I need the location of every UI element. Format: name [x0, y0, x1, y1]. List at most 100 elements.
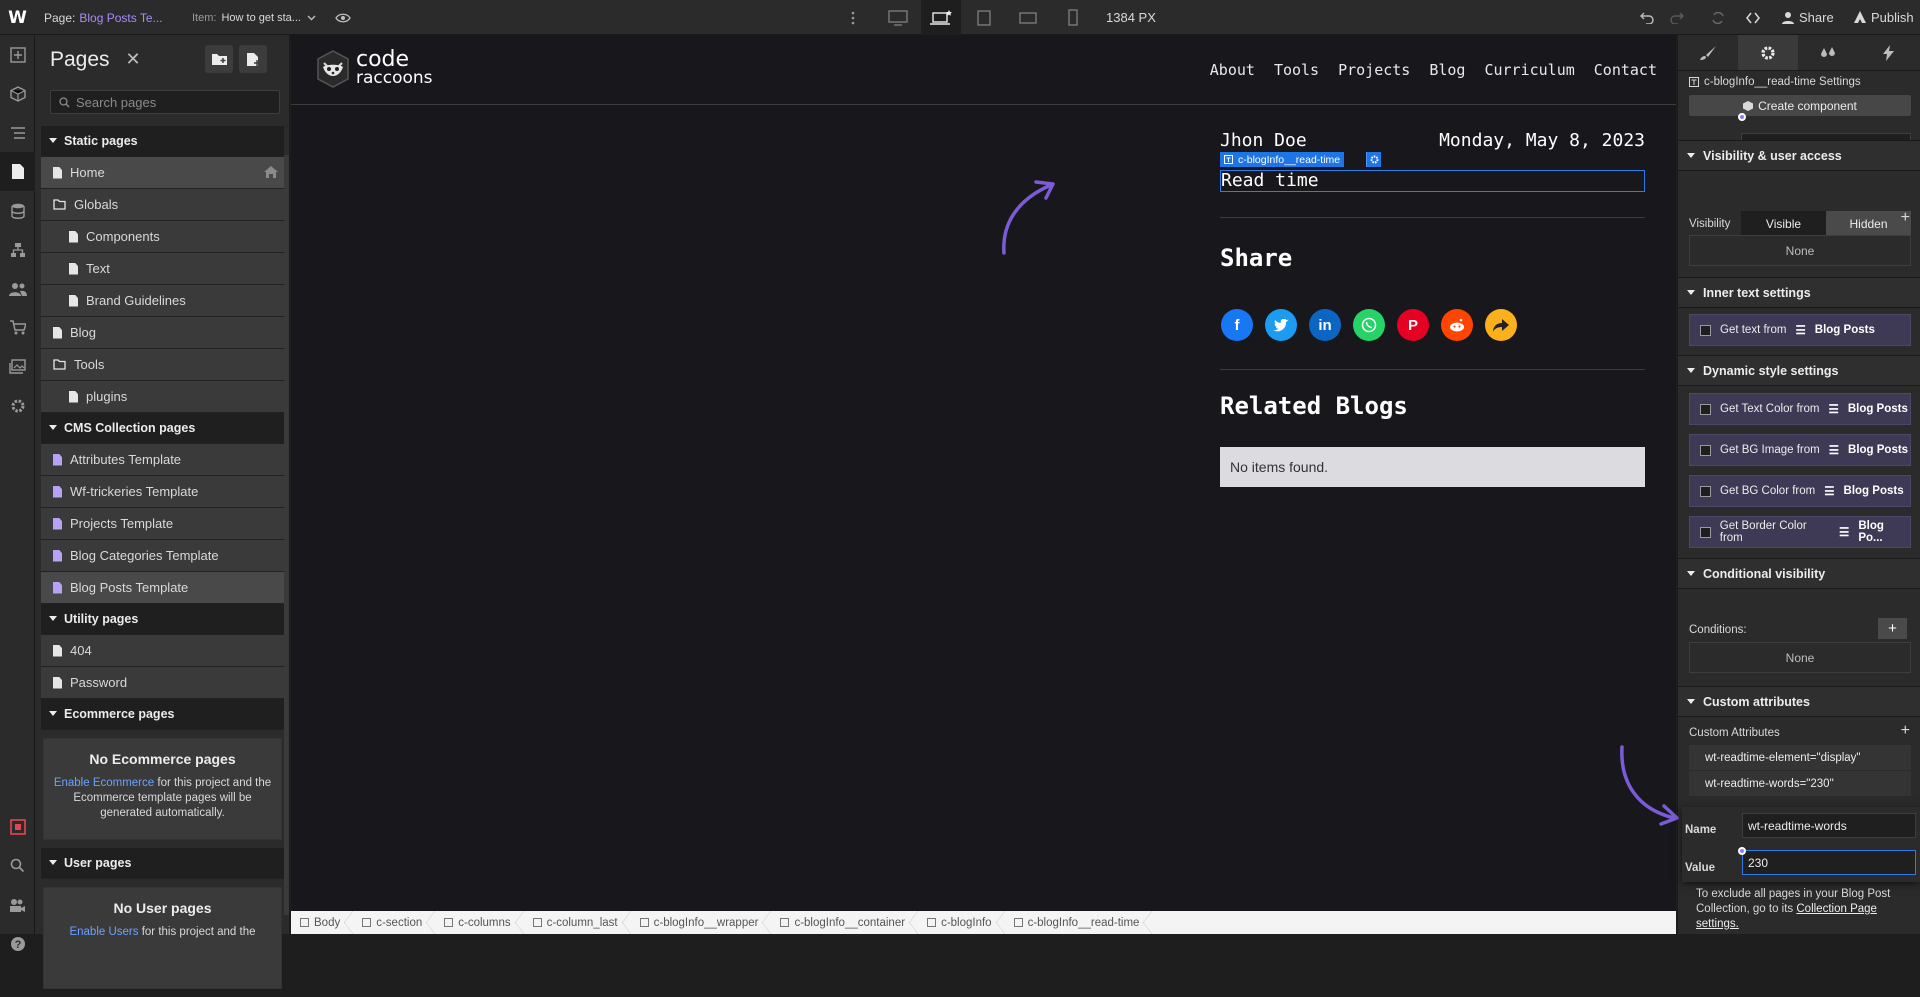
breakpoint-desktop-base[interactable] [921, 0, 961, 35]
breadcrumb-columns[interactable]: c-columns [435, 911, 525, 934]
section-cms-pages[interactable]: CMS Collection pages [41, 413, 284, 444]
page-item-404[interactable]: 404 [41, 635, 284, 667]
components-button[interactable] [0, 74, 35, 113]
item-selector[interactable]: Item: How to get sta... [192, 0, 316, 35]
site-logo[interactable]: code raccoons [315, 49, 433, 89]
section-custom-attributes[interactable]: Custom attributes [1678, 686, 1920, 717]
close-icon[interactable]: ✕ [126, 49, 141, 70]
section-static-pages[interactable]: Static pages [41, 126, 284, 157]
checkbox[interactable] [1700, 444, 1711, 456]
checkbox[interactable] [1700, 403, 1711, 415]
pinterest-icon[interactable]: P [1397, 309, 1429, 341]
breakpoint-tablet[interactable] [964, 0, 1004, 35]
nav-link-blog[interactable]: Blog [1429, 61, 1465, 79]
attribute-value-input[interactable]: 230 [1742, 850, 1916, 875]
share-button[interactable]: Share [1782, 0, 1834, 35]
search-button[interactable] [0, 846, 35, 885]
cms-item-projects-template[interactable]: Projects Template [41, 508, 284, 540]
nav-link-contact[interactable]: Contact [1594, 61, 1657, 79]
section-visibility[interactable]: Visibility & user access [1678, 140, 1920, 171]
help-button[interactable]: ? [0, 924, 35, 963]
pages-scrollbar[interactable] [284, 155, 289, 915]
ecommerce-button[interactable] [0, 308, 35, 347]
section-conditional-visibility[interactable]: Conditional visibility [1678, 558, 1920, 589]
new-folder-button[interactable] [205, 45, 233, 73]
navigator-button[interactable] [0, 113, 35, 152]
video-button[interactable] [0, 885, 35, 924]
new-page-button[interactable] [239, 45, 267, 73]
breadcrumb-bloginfo-container[interactable]: c-blogInfo__container [771, 911, 918, 934]
hidden-option[interactable]: Hidden [1826, 211, 1911, 236]
webflow-logo[interactable]: W [0, 0, 35, 35]
publish-button[interactable]: Publish [1854, 0, 1914, 35]
page-item-home[interactable]: Home [41, 157, 284, 189]
settings-button[interactable] [0, 386, 35, 425]
section-ecommerce-pages[interactable]: Ecommerce pages [41, 699, 284, 730]
pages-button[interactable] [0, 152, 35, 191]
redo-button[interactable] [1670, 0, 1684, 35]
breadcrumb-read-time[interactable]: c-blogInfo__read-time [1005, 911, 1153, 934]
get-text-from-option[interactable]: Get text from ☰ Blog Posts [1689, 314, 1911, 346]
add-elements-button[interactable] [0, 35, 35, 74]
cms-button[interactable] [0, 191, 35, 230]
add-visibility-icon[interactable]: + [1901, 209, 1910, 227]
add-condition-button[interactable]: + [1878, 618, 1907, 639]
folder-item-globals[interactable]: Globals [41, 189, 284, 221]
enable-users-link[interactable]: Enable Users [69, 926, 138, 938]
breadcrumb-body[interactable]: Body [291, 911, 354, 934]
twitter-icon[interactable] [1265, 309, 1297, 341]
nav-link-curriculum[interactable]: Curriculum [1484, 61, 1574, 79]
read-time-element[interactable]: Read time [1220, 170, 1645, 192]
more-options-button[interactable] [851, 0, 855, 35]
tab-settings[interactable] [1738, 35, 1798, 70]
page-selector[interactable]: Page: Blog Posts Te... [44, 0, 163, 35]
assets-button[interactable] [0, 347, 35, 386]
breadcrumb-column-last[interactable]: c-column_last [524, 911, 631, 934]
linkedin-icon[interactable]: in [1309, 309, 1341, 341]
page-item-components[interactable]: Components [41, 221, 284, 253]
gear-icon[interactable] [1366, 152, 1381, 167]
nav-link-tools[interactable]: Tools [1274, 61, 1319, 79]
add-attribute-icon[interactable]: + [1901, 722, 1910, 740]
folder-item-tools[interactable]: Tools [41, 349, 284, 381]
attribute-row[interactable]: wt-readtime-element="display" [1689, 745, 1911, 770]
page-item-text[interactable]: Text [41, 253, 284, 285]
tab-style-manager[interactable] [1798, 35, 1858, 70]
share-arrow-icon[interactable] [1485, 309, 1517, 341]
page-item-brand-guidelines[interactable]: Brand Guidelines [41, 285, 284, 317]
checkbox[interactable] [1700, 324, 1711, 336]
breadcrumb-bloginfo[interactable]: c-blogInfo [918, 911, 1005, 934]
whatsapp-icon[interactable] [1353, 309, 1385, 341]
users-button[interactable] [0, 269, 35, 308]
page-item-plugins[interactable]: plugins [41, 381, 284, 413]
checkbox[interactable] [1700, 485, 1711, 497]
breakpoint-mobile-portrait[interactable] [1053, 0, 1093, 35]
preview-eye-button[interactable] [335, 0, 351, 35]
reddit-icon[interactable] [1441, 309, 1473, 341]
sync-button[interactable] [1711, 0, 1725, 35]
get-bg-color-option[interactable]: Get BG Color from ☰ Blog Posts [1689, 475, 1911, 507]
attribute-name-input[interactable]: wt-readtime-words [1742, 813, 1916, 838]
section-inner-text[interactable]: Inner text settings [1678, 277, 1920, 308]
tab-style[interactable] [1678, 35, 1738, 70]
nav-link-projects[interactable]: Projects [1338, 61, 1410, 79]
section-user-pages[interactable]: User pages [41, 848, 284, 879]
breakpoint-desktop-large[interactable] [878, 0, 918, 35]
record-button[interactable] [0, 807, 35, 846]
section-dynamic-style[interactable]: Dynamic style settings [1678, 355, 1920, 386]
checkbox[interactable] [1700, 526, 1711, 538]
design-canvas[interactable]: code raccoons About Tools Projects Blog … [291, 35, 1676, 911]
selected-element-badge[interactable]: c-blogInfo__read-time [1220, 152, 1381, 167]
cms-item-blog-categories-template[interactable]: Blog Categories Template [41, 540, 284, 572]
get-text-color-option[interactable]: Get Text Color from ☰ Blog Posts [1689, 393, 1911, 425]
attribute-row[interactable]: wt-readtime-words="230" [1689, 771, 1911, 796]
page-item-blog[interactable]: Blog [41, 317, 284, 349]
tab-interactions[interactable] [1858, 35, 1918, 70]
cms-item-wf-trickeries-template[interactable]: Wf-trickeries Template [41, 476, 284, 508]
cms-item-attributes-template[interactable]: Attributes Template [41, 444, 284, 476]
logic-button[interactable] [0, 230, 35, 269]
cms-item-blog-posts-template[interactable]: Blog Posts Template [41, 572, 284, 604]
nav-link-about[interactable]: About [1210, 61, 1255, 79]
code-export-button[interactable] [1746, 0, 1760, 35]
visible-option[interactable]: Visible [1741, 211, 1826, 236]
